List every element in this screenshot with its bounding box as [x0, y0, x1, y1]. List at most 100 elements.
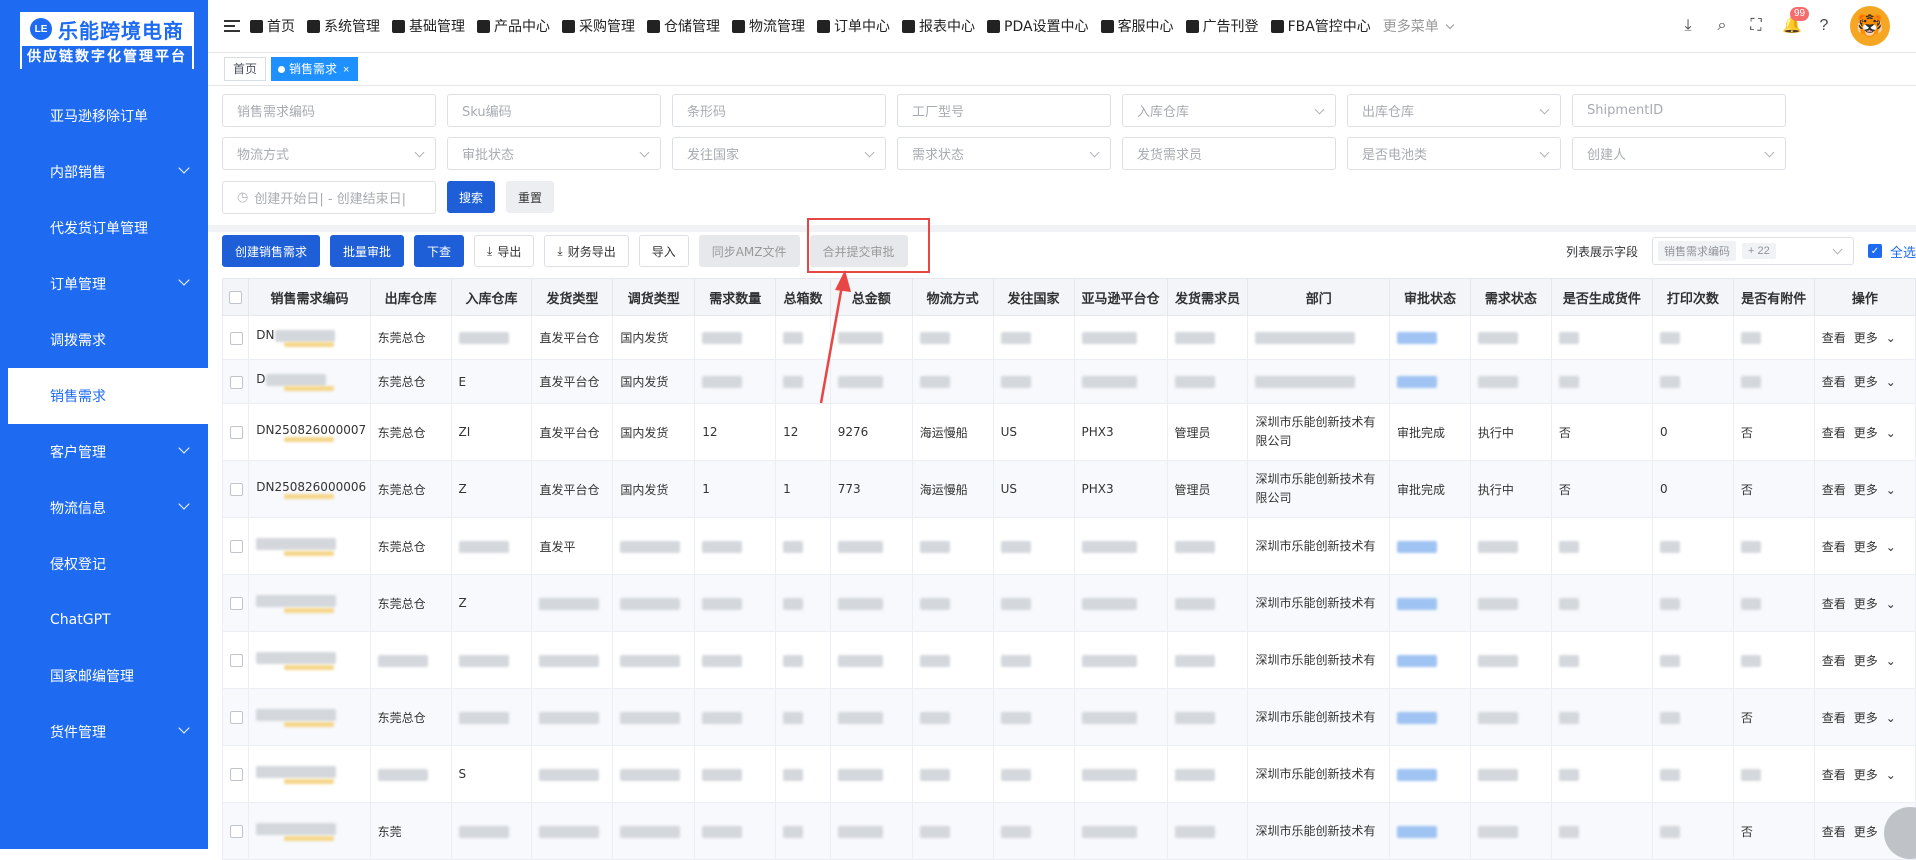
- filter-row2-2[interactable]: 发往国家: [672, 137, 886, 170]
- header-select-all[interactable]: [223, 279, 249, 316]
- top-nav-item-12[interactable]: FBA管控中心: [1271, 16, 1371, 36]
- top-nav-item-0[interactable]: 首页: [250, 16, 295, 36]
- checkbox[interactable]: [230, 483, 243, 496]
- sync-amz-file-button[interactable]: 同步AMZ文件: [699, 235, 800, 267]
- more-menu-dropdown[interactable]: 更多菜单: [1383, 16, 1453, 36]
- issue-button[interactable]: 下查: [414, 235, 464, 267]
- checkbox[interactable]: [230, 540, 243, 553]
- filter-row2-0[interactable]: 物流方式: [222, 137, 436, 170]
- cell-code[interactable]: D: [249, 360, 370, 404]
- more-dropdown[interactable]: 更多: [1854, 483, 1878, 497]
- checkbox[interactable]: [230, 768, 243, 781]
- cell-code[interactable]: [249, 803, 370, 860]
- batch-approve-button[interactable]: 批量审批: [330, 235, 404, 267]
- create-sales-demand-button[interactable]: 创建销售需求: [222, 235, 320, 267]
- sidebar-item-9[interactable]: ChatGPT: [8, 592, 208, 648]
- table-row[interactable]: 东莞总仓Z深圳市乐能创新技术有查看更多⌄: [223, 575, 1916, 632]
- download-icon[interactable]: ⤓: [1680, 18, 1696, 34]
- close-icon[interactable]: ×: [343, 64, 349, 76]
- import-button[interactable]: 导入: [639, 235, 689, 267]
- view-link[interactable]: 查看: [1822, 483, 1846, 497]
- checkbox[interactable]: [229, 291, 242, 304]
- top-nav-item-4[interactable]: 采购管理: [562, 16, 635, 36]
- view-link[interactable]: 查看: [1822, 540, 1846, 554]
- filter-row2-1[interactable]: 审批状态: [447, 137, 661, 170]
- table-row[interactable]: DN250826000006东莞总仓Z直发平台仓国内发货11773海运慢船USP…: [223, 461, 1916, 518]
- filter-row2-6[interactable]: 创建人: [1572, 137, 1786, 170]
- cell-code[interactable]: [249, 746, 370, 803]
- top-nav-item-7[interactable]: 订单中心: [817, 16, 890, 36]
- table-row[interactable]: 深圳市乐能创新技术有查看更多⌄: [223, 632, 1916, 689]
- top-nav-item-1[interactable]: 系统管理: [307, 16, 380, 36]
- reset-button[interactable]: 重置: [506, 181, 554, 213]
- top-nav-item-8[interactable]: 报表中心: [902, 16, 975, 36]
- more-dropdown[interactable]: 更多: [1854, 711, 1878, 725]
- filter-row1-1[interactable]: Sku编码: [447, 94, 661, 127]
- help-icon[interactable]: ?: [1816, 18, 1832, 34]
- view-link[interactable]: 查看: [1822, 654, 1846, 668]
- sidebar-item-8[interactable]: 侵权登记: [8, 536, 208, 592]
- checkbox[interactable]: [230, 376, 243, 389]
- avatar[interactable]: 🐯: [1850, 6, 1890, 46]
- sidebar-item-7[interactable]: 物流信息: [8, 480, 208, 536]
- view-link[interactable]: 查看: [1822, 426, 1846, 440]
- table-row[interactable]: 东莞深圳市乐能创新技术有否查看更多⌄: [223, 803, 1916, 860]
- view-link[interactable]: 查看: [1822, 331, 1846, 345]
- more-dropdown[interactable]: 更多: [1854, 825, 1878, 839]
- sidebar-item-0[interactable]: 亚马逊移除订单: [8, 88, 208, 144]
- top-nav-item-9[interactable]: PDA设置中心: [987, 16, 1089, 36]
- search-icon[interactable]: ⌕: [1714, 18, 1730, 34]
- table-row[interactable]: D东莞总仓E直发平台仓国内发货查看更多⌄: [223, 360, 1916, 404]
- export-button[interactable]: ⤓导出: [474, 235, 534, 267]
- select-all-checkbox[interactable]: ✓: [1868, 244, 1882, 258]
- date-range-picker[interactable]: ◷ 创建开始日| - 创建结束日|: [222, 181, 436, 214]
- filter-row1-6[interactable]: ShipmentID: [1572, 94, 1786, 127]
- checkbox[interactable]: [230, 332, 243, 345]
- more-dropdown[interactable]: 更多: [1854, 331, 1878, 345]
- filter-row1-3[interactable]: 工厂型号: [897, 94, 1111, 127]
- table-row[interactable]: 东莞总仓深圳市乐能创新技术有否查看更多⌄: [223, 689, 1916, 746]
- finance-export-button[interactable]: ⤓财务导出: [544, 235, 628, 267]
- filter-row1-5[interactable]: 出库仓库: [1347, 94, 1561, 127]
- filter-row1-4[interactable]: 入库仓库: [1122, 94, 1336, 127]
- view-link[interactable]: 查看: [1822, 597, 1846, 611]
- cell-code[interactable]: [249, 575, 370, 632]
- table-row[interactable]: 东莞总仓直发平深圳市乐能创新技术有查看更多⌄: [223, 518, 1916, 575]
- more-dropdown[interactable]: 更多: [1854, 654, 1878, 668]
- sidebar-item-11[interactable]: 货件管理: [8, 704, 208, 760]
- filter-row2-5[interactable]: 是否电池类: [1347, 137, 1561, 170]
- search-button[interactable]: 搜索: [447, 181, 495, 213]
- sidebar-item-4[interactable]: 调拨需求: [8, 312, 208, 368]
- top-nav-item-6[interactable]: 物流管理: [732, 16, 805, 36]
- checkbox[interactable]: [230, 825, 243, 838]
- filter-row1-2[interactable]: 条形码: [672, 94, 886, 127]
- checkbox[interactable]: [230, 597, 243, 610]
- top-nav-item-3[interactable]: 产品中心: [477, 16, 550, 36]
- top-nav-item-5[interactable]: 仓储管理: [647, 16, 720, 36]
- tab-home[interactable]: 首页: [224, 57, 266, 81]
- brand-logo[interactable]: LE 乐能跨境电商 供应链数字化管理平台: [18, 10, 196, 71]
- fullscreen-icon[interactable]: ⛶: [1748, 18, 1764, 34]
- hamburger-menu-icon[interactable]: [224, 20, 240, 32]
- view-link[interactable]: 查看: [1822, 768, 1846, 782]
- table-row[interactable]: DN东莞总仓直发平台仓国内发货查看更多⌄: [223, 316, 1916, 360]
- cell-code[interactable]: DN250826000007: [249, 404, 370, 461]
- more-dropdown[interactable]: 更多: [1854, 540, 1878, 554]
- more-dropdown[interactable]: 更多: [1854, 375, 1878, 389]
- more-dropdown[interactable]: 更多: [1854, 426, 1878, 440]
- top-nav-item-10[interactable]: 客服中心: [1101, 16, 1174, 36]
- view-link[interactable]: 查看: [1822, 711, 1846, 725]
- top-nav-item-2[interactable]: 基础管理: [392, 16, 465, 36]
- more-dropdown[interactable]: 更多: [1854, 768, 1878, 782]
- filter-row2-3[interactable]: 需求状态: [897, 137, 1111, 170]
- tab-sales-demand[interactable]: 销售需求×: [271, 57, 358, 81]
- sidebar-item-10[interactable]: 国家邮编管理: [8, 648, 208, 704]
- view-link[interactable]: 查看: [1822, 825, 1846, 839]
- checkbox[interactable]: [230, 711, 243, 724]
- sidebar-item-1[interactable]: 内部销售: [8, 144, 208, 200]
- sidebar-item-5[interactable]: 销售需求: [8, 368, 208, 424]
- columns-select[interactable]: 销售需求编码 + 22: [1652, 237, 1854, 265]
- sidebar-item-3[interactable]: 订单管理: [8, 256, 208, 312]
- sidebar-item-6[interactable]: 客户管理: [8, 424, 208, 480]
- checkbox[interactable]: [230, 654, 243, 667]
